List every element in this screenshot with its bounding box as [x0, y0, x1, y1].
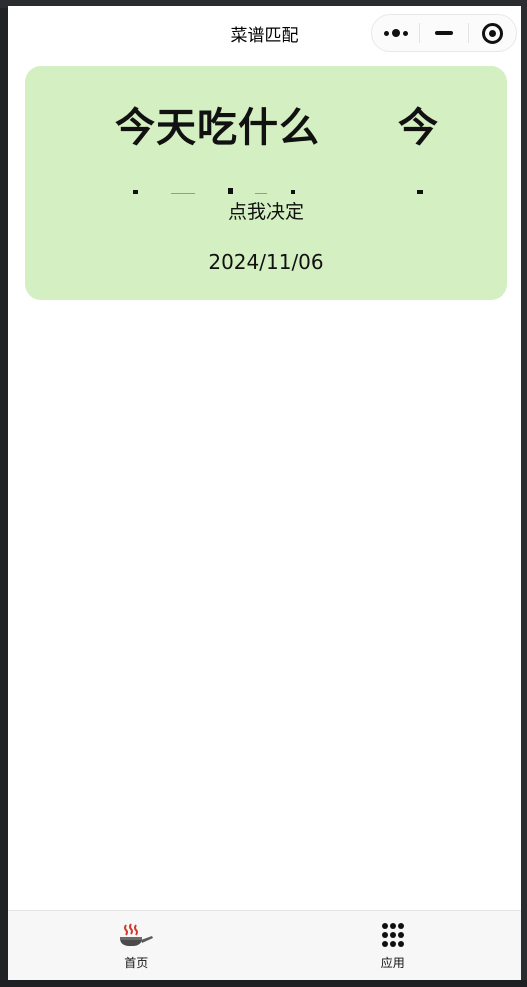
more-button[interactable]	[372, 15, 419, 51]
scrolling-title: 今天吃什么 今	[25, 95, 507, 155]
more-dots-icon	[383, 29, 408, 37]
tab-apps[interactable]: 应用	[265, 911, 522, 980]
minimize-button[interactable]	[420, 15, 467, 51]
banner-card: 今天吃什么 今 点我决定 2024/11/06	[25, 66, 507, 300]
current-date: 2024/11/06	[208, 250, 324, 274]
tab-home[interactable]: 首页	[8, 911, 265, 980]
capsule-menu	[371, 14, 517, 52]
ticker-fragment	[291, 190, 295, 194]
apps-grid-icon	[375, 921, 411, 951]
target-circle-icon	[481, 22, 503, 44]
host-window-edge-right	[521, 0, 527, 987]
minimize-icon	[434, 31, 453, 35]
ticker-fragment	[255, 193, 267, 194]
host-window-edge-bottom	[0, 980, 527, 987]
scrolling-title-text: 今天吃什么	[115, 105, 320, 151]
ticker-fragment	[171, 193, 195, 194]
frying-pan-icon	[118, 921, 154, 951]
navigation-bar: 菜谱匹配	[8, 6, 521, 61]
phone-simulator: 菜谱匹配 今天吃什么 今 点我决定 2024/11/06 首页 应用	[8, 6, 521, 980]
decide-button[interactable]: 点我决定	[25, 197, 507, 224]
ticker-fragment	[228, 188, 233, 194]
scrolling-title-text-repeat: 今	[398, 105, 439, 151]
ticker-fragment	[133, 190, 138, 194]
tab-home-label: 首页	[124, 956, 149, 970]
tab-bar: 首页 应用	[8, 910, 521, 980]
ticker-fragment	[417, 190, 423, 194]
close-button[interactable]	[469, 15, 516, 51]
host-window-edge-left	[0, 0, 8, 987]
tab-apps-label: 应用	[380, 956, 405, 970]
